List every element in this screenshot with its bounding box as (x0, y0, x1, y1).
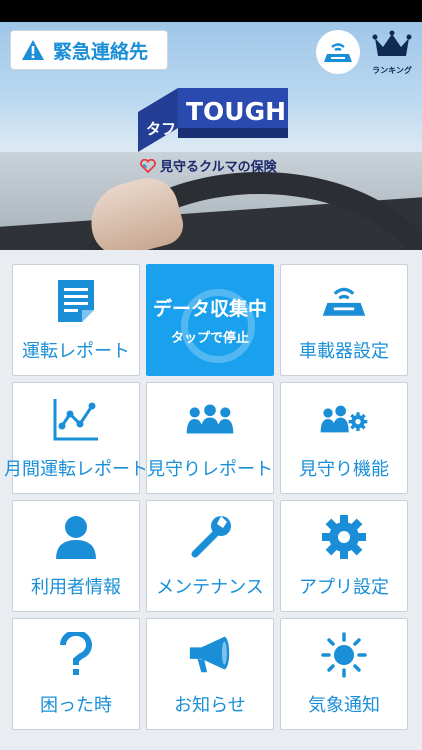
megaphone-icon (186, 631, 234, 679)
maintenance-tile[interactable]: メンテナンス (146, 500, 274, 612)
notice-label: お知らせ (174, 695, 246, 716)
ranking-label: ランキング (372, 66, 412, 75)
data-collection-toggle[interactable]: データ収集中 タップで停止 (146, 264, 274, 376)
user-info-label: 利用者情報 (31, 577, 121, 598)
watch-function-tile[interactable]: 見守り機能 (280, 382, 408, 494)
emergency-contact-button[interactable]: 緊急連絡先 (10, 30, 168, 70)
notice-tile[interactable]: お知らせ (146, 618, 274, 730)
menu-grid: 運転レポート データ収集中 タップで停止 車載器設定 月間運転レポート 見守りレ… (4, 264, 410, 730)
weather-tile[interactable]: 気象通知 (280, 618, 408, 730)
watch-report-label: 見守りレポート (147, 459, 273, 480)
line-chart-icon (52, 395, 100, 443)
ranking-button[interactable]: ランキング (366, 30, 418, 86)
crown-icon (372, 30, 412, 56)
brand-kana: タフ (146, 120, 176, 138)
watch-function-label: 見守り機能 (299, 459, 389, 480)
brand-name: TOUGH (186, 97, 286, 126)
maintenance-label: メンテナンス (156, 577, 264, 598)
device-icon (324, 43, 352, 62)
warning-icon (22, 40, 44, 60)
group-icon (186, 395, 234, 443)
status-bar (0, 0, 422, 22)
group-gear-icon (320, 395, 368, 443)
app-settings-label: アプリ設定 (299, 577, 389, 598)
help-label: 困った時 (40, 695, 112, 716)
hero-banner: 緊急連絡先 ランキング タフ TOUGH 見守るクルマの保険 (0, 22, 422, 250)
device-status-button[interactable] (316, 30, 360, 74)
driving-report-tile[interactable]: 運転レポート (12, 264, 140, 376)
collect-sub: タップで停止 (170, 331, 249, 346)
document-icon (52, 277, 100, 325)
heart-icon (140, 158, 156, 173)
collect-title: データ収集中 (152, 298, 267, 320)
sun-icon (320, 631, 368, 679)
question-icon (52, 631, 100, 679)
user-info-tile[interactable]: 利用者情報 (12, 500, 140, 612)
weather-label: 気象通知 (308, 695, 380, 716)
driving-report-label: 運転レポート (22, 341, 130, 362)
tagline: 見守るクルマの保険 (140, 156, 277, 175)
device-settings-tile[interactable]: 車載器設定 (280, 264, 408, 376)
app-settings-tile[interactable]: アプリ設定 (280, 500, 408, 612)
tagline-text: 見守るクルマの保険 (160, 160, 277, 175)
wrench-icon (186, 513, 234, 561)
person-icon (52, 513, 100, 561)
monthly-report-tile[interactable]: 月間運転レポート (4, 382, 148, 494)
device-settings-label: 車載器設定 (299, 341, 389, 362)
device-icon (320, 277, 368, 325)
watch-report-tile[interactable]: 見守りレポート (146, 382, 274, 494)
tough-logo: タフ TOUGH (138, 88, 288, 152)
help-tile[interactable]: 困った時 (12, 618, 140, 730)
gear-icon (320, 513, 368, 561)
monthly-report-label: 月間運転レポート (4, 459, 148, 480)
emergency-contact-label: 緊急連絡先 (53, 40, 149, 63)
